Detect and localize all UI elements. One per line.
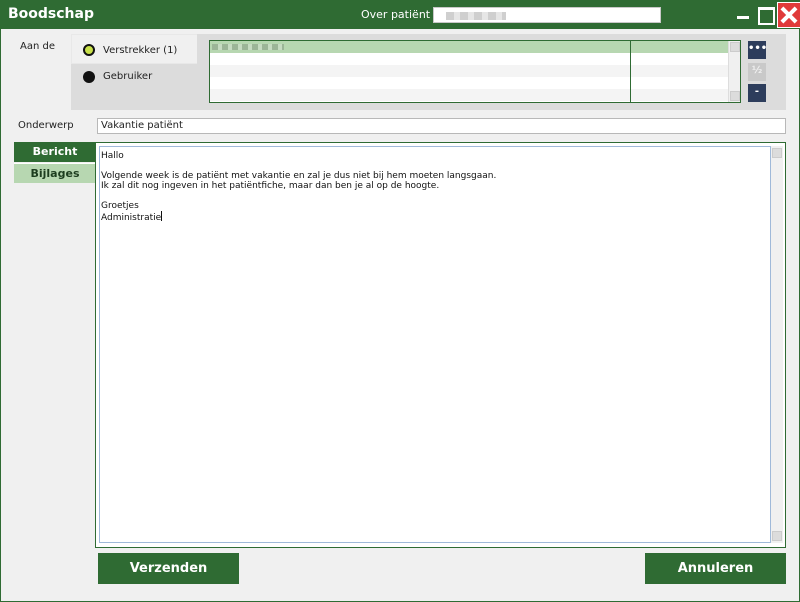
radio-unselected-icon[interactable] — [83, 71, 95, 83]
scroll-down-icon[interactable] — [772, 531, 782, 541]
list-scrollbar[interactable] — [728, 41, 740, 102]
radio-verstrekker-label[interactable]: Verstrekker (1) — [103, 45, 177, 56]
list-row[interactable] — [210, 89, 728, 101]
recipients-list[interactable] — [209, 40, 741, 103]
window-title: Boodschap — [8, 6, 94, 22]
remove-recipient-button[interactable]: - — [748, 84, 766, 102]
scroll-up-icon[interactable] — [772, 148, 782, 158]
message-scrollbar[interactable] — [771, 146, 783, 543]
half-button[interactable]: ½ — [748, 63, 766, 81]
subject-label: Onderwerp — [18, 120, 74, 131]
maximize-icon[interactable] — [755, 4, 777, 26]
minimize-icon[interactable] — [733, 4, 755, 26]
subject-input[interactable]: Vakantie patiënt — [97, 118, 786, 134]
list-row[interactable] — [210, 53, 728, 65]
message-window: Boodschap Over patiënt Aan de Verstrekke… — [0, 0, 800, 602]
text-cursor — [161, 211, 163, 221]
title-bar[interactable]: Boodschap Over patiënt — [1, 1, 800, 29]
list-row[interactable] — [210, 77, 728, 89]
tab-bericht[interactable]: Bericht — [14, 142, 96, 162]
list-column-divider — [630, 41, 631, 102]
patient-label: Over patiënt — [361, 8, 431, 21]
message-textarea[interactable]: Hallo Volgende week is de patiënt met va… — [99, 146, 771, 543]
patient-field[interactable] — [433, 7, 661, 23]
list-row[interactable] — [210, 41, 728, 53]
radio-selected-icon[interactable] — [83, 44, 95, 56]
radio-gebruiker-label[interactable]: Gebruiker — [103, 71, 152, 82]
cancel-button[interactable]: Annuleren — [645, 553, 786, 584]
tab-bijlages[interactable]: Bijlages — [14, 163, 96, 183]
patient-name-redacted — [446, 12, 506, 20]
recipient-name-redacted — [212, 44, 284, 50]
more-options-button[interactable]: ••• — [748, 41, 767, 59]
scroll-down-icon[interactable] — [730, 91, 740, 101]
send-button[interactable]: Verzenden — [98, 553, 239, 584]
list-row[interactable] — [210, 65, 728, 77]
close-icon[interactable] — [777, 2, 800, 28]
message-panel: Hallo Volgende week is de patiënt met va… — [95, 142, 786, 548]
recipients-label: Aan de — [20, 41, 55, 52]
scroll-up-icon[interactable] — [730, 42, 740, 52]
